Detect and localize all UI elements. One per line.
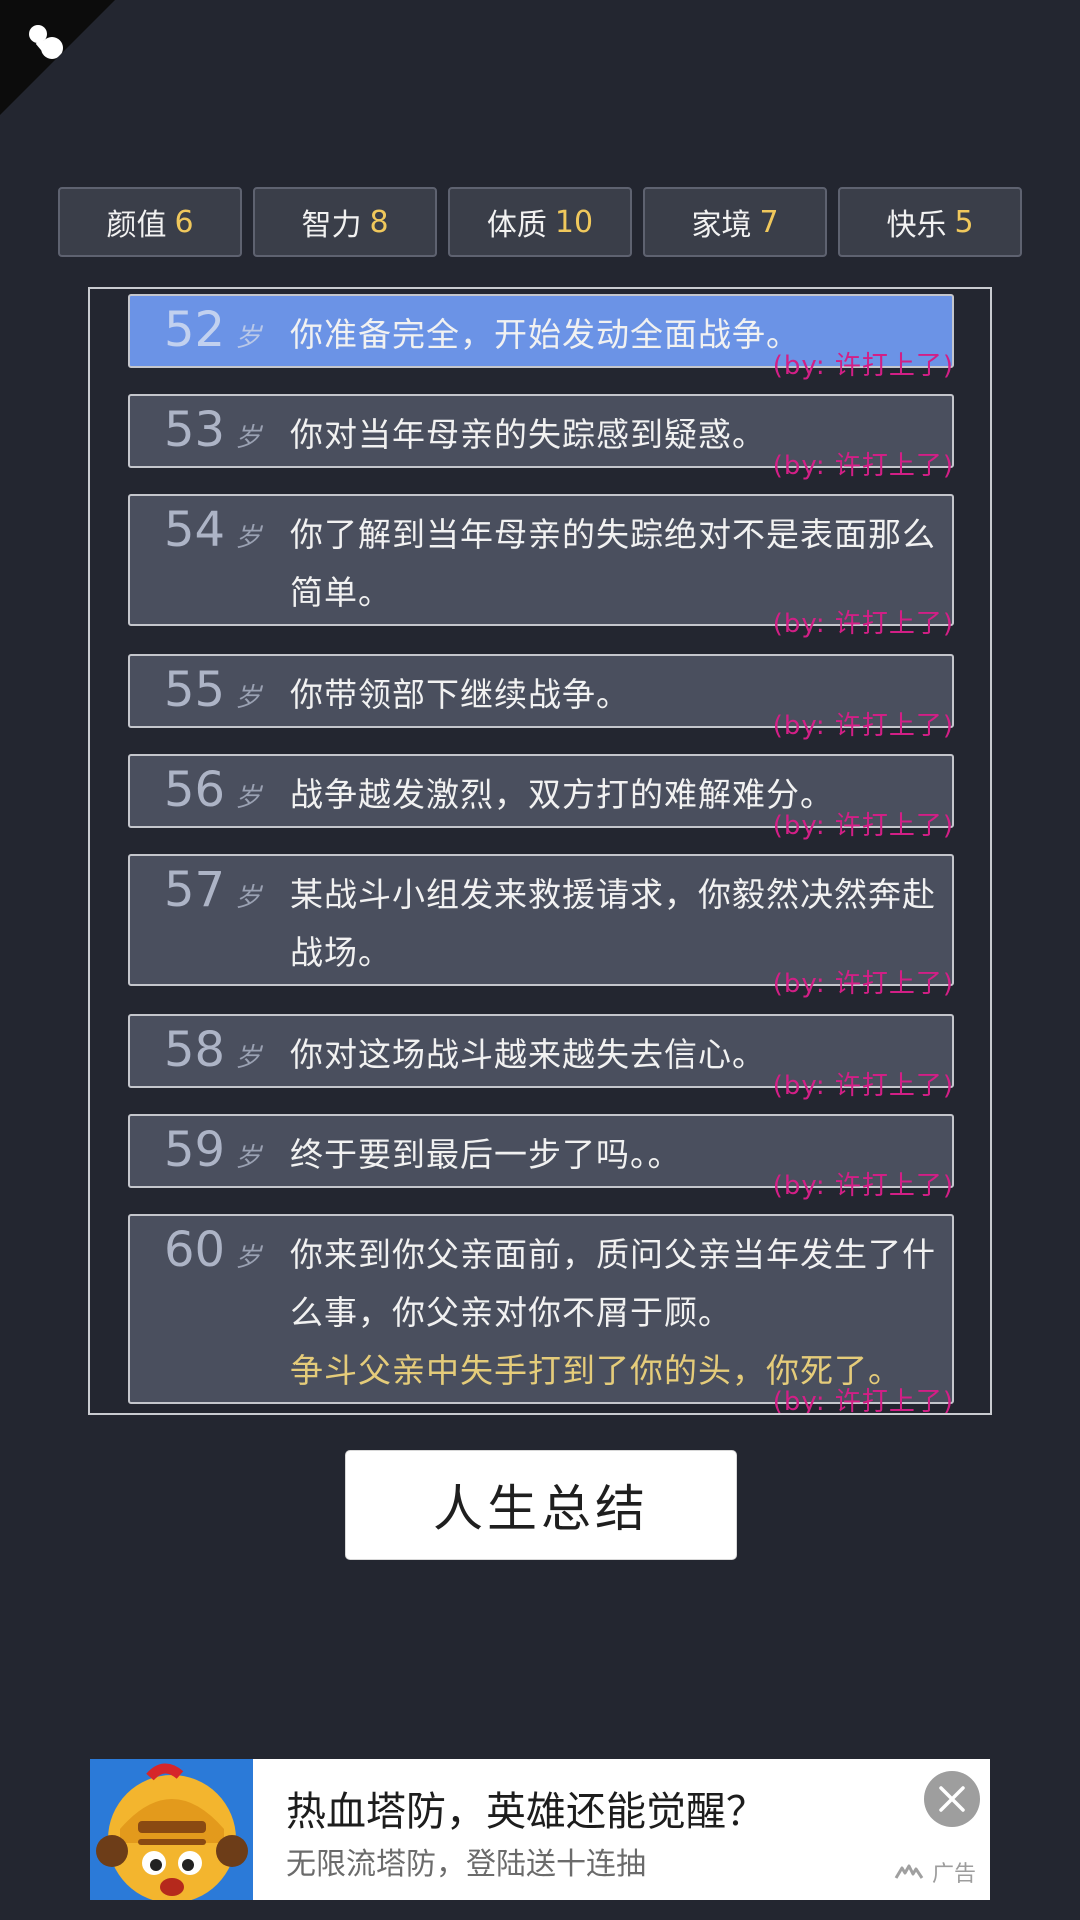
attribute-intelligence: 智力 8 — [253, 187, 437, 257]
age-number: 52 — [164, 302, 226, 358]
menu-corner-icon — [29, 25, 63, 59]
age-unit: 岁 — [235, 523, 262, 553]
author-tag: (by: 许打上了) — [772, 711, 954, 741]
attribute-value: 8 — [369, 204, 389, 240]
ad-tag-label: 广告 — [931, 1862, 976, 1887]
event-row: 53 岁 你对当年母亲的失踪感到疑惑。 (by: 许打上了) — [128, 394, 954, 481]
age-unit: 岁 — [235, 1143, 262, 1173]
age-number: 60 — [164, 1222, 226, 1278]
event-age: 52 岁 — [164, 304, 261, 356]
age-unit: 岁 — [235, 783, 262, 813]
author-tag: (by: 许打上了) — [772, 811, 954, 841]
age-number: 59 — [164, 1122, 226, 1178]
event-description: 你来到你父亲面前，质问父亲当年发生了什么事，你父亲对你不屑于顾。 — [290, 1235, 936, 1332]
event-row: 57 岁 某战斗小组发来救援请求，你毅然决然奔赴战场。 (by: 许打上了) — [128, 854, 954, 999]
event-age: 54 岁 — [164, 504, 261, 556]
close-icon — [939, 1786, 965, 1812]
attribute-label: 体质 — [486, 208, 547, 243]
attribute-appearance: 颜值 6 — [58, 187, 242, 257]
attribute-bar: 颜值 6 智力 8 体质 10 家境 7 快乐 5 — [58, 187, 1022, 257]
event-row: 59 岁 终于要到最后一步了吗。。 (by: 许打上了) — [128, 1114, 954, 1201]
event-age: 53 岁 — [164, 404, 261, 456]
age-number: 56 — [164, 762, 226, 818]
ad-close-button[interactable] — [924, 1771, 980, 1827]
event-row: 55 岁 你带领部下继续战争。 (by: 许打上了) — [128, 654, 954, 741]
attribute-family: 家境 7 — [643, 187, 827, 257]
age-number: 53 — [164, 402, 226, 458]
age-unit: 岁 — [235, 423, 262, 453]
attribute-label: 快乐 — [886, 208, 947, 243]
event-age: 59 岁 — [164, 1124, 261, 1176]
ad-network-icon — [894, 1864, 924, 1879]
author-tag: (by: 许打上了) — [772, 1071, 954, 1101]
event-row: 54 岁 你了解到当年母亲的失踪绝对不是表面那么简单。 (by: 许打上了) — [128, 494, 954, 639]
attribute-value: 6 — [174, 204, 194, 240]
age-unit: 岁 — [235, 1043, 262, 1073]
age-number: 54 — [164, 502, 226, 558]
attribute-happiness: 快乐 5 — [838, 187, 1022, 257]
author-tag: (by: 许打上了) — [772, 1171, 954, 1201]
age-number: 58 — [164, 1022, 226, 1078]
attribute-label: 颜值 — [106, 208, 167, 243]
author-tag: (by: 许打上了) — [772, 609, 954, 639]
author-tag: (by: 许打上了) — [772, 451, 954, 481]
age-number: 57 — [164, 862, 226, 918]
author-tag: (by: 许打上了) — [772, 969, 954, 999]
life-event-log[interactable]: 52 岁 你准备完全，开始发动全面战争。 (by: 许打上了) 53 岁 你对当… — [88, 287, 992, 1415]
age-unit: 岁 — [235, 323, 262, 353]
attribute-value: 7 — [759, 204, 779, 240]
attribute-value: 5 — [954, 204, 974, 240]
author-tag: (by: 许打上了) — [772, 1387, 954, 1415]
ad-subtitle: 无限流塔防，登陆送十连抽 — [286, 1847, 646, 1882]
age-unit: 岁 — [235, 683, 262, 713]
event-text: 你来到你父亲面前，质问父亲当年发生了什么事，你父亲对你不屑于顾。 争斗父亲中失手… — [290, 1226, 938, 1400]
ad-game-image — [90, 1759, 253, 1900]
event-row-final: 60 岁 你来到你父亲面前，质问父亲当年发生了什么事，你父亲对你不屑于顾。 争斗… — [128, 1214, 954, 1413]
ad-title: 热血塔防，英雄还能觉醒？ — [286, 1789, 766, 1835]
ad-tag: 广告 — [894, 1856, 976, 1888]
event-age: 56 岁 — [164, 764, 261, 816]
age-unit: 岁 — [235, 1243, 262, 1273]
age-unit: 岁 — [235, 883, 262, 913]
event-age: 55 岁 — [164, 664, 261, 716]
ad-banner[interactable]: 热血塔防，英雄还能觉醒？ 无限流塔防，登陆送十连抽 广告 — [90, 1759, 990, 1900]
event-row: 56 岁 战争越发激烈，双方打的难解难分。 (by: 许打上了) — [128, 754, 954, 841]
attribute-label: 家境 — [691, 208, 752, 243]
attribute-physique: 体质 10 — [448, 187, 632, 257]
corner-menu[interactable] — [0, 0, 115, 115]
age-number: 55 — [164, 662, 226, 718]
attribute-value: 10 — [554, 204, 594, 240]
life-summary-button[interactable]: 人生总结 — [345, 1450, 737, 1560]
event-age: 60 岁 — [164, 1224, 261, 1276]
event-row: 58 岁 你对这场战斗越来越失去信心。 (by: 许打上了) — [128, 1014, 954, 1101]
author-tag: (by: 许打上了) — [772, 351, 954, 381]
attribute-label: 智力 — [301, 208, 362, 243]
event-age: 57 岁 — [164, 864, 261, 916]
event-age: 58 岁 — [164, 1024, 261, 1076]
event-row: 52 岁 你准备完全，开始发动全面战争。 (by: 许打上了) — [128, 294, 954, 381]
